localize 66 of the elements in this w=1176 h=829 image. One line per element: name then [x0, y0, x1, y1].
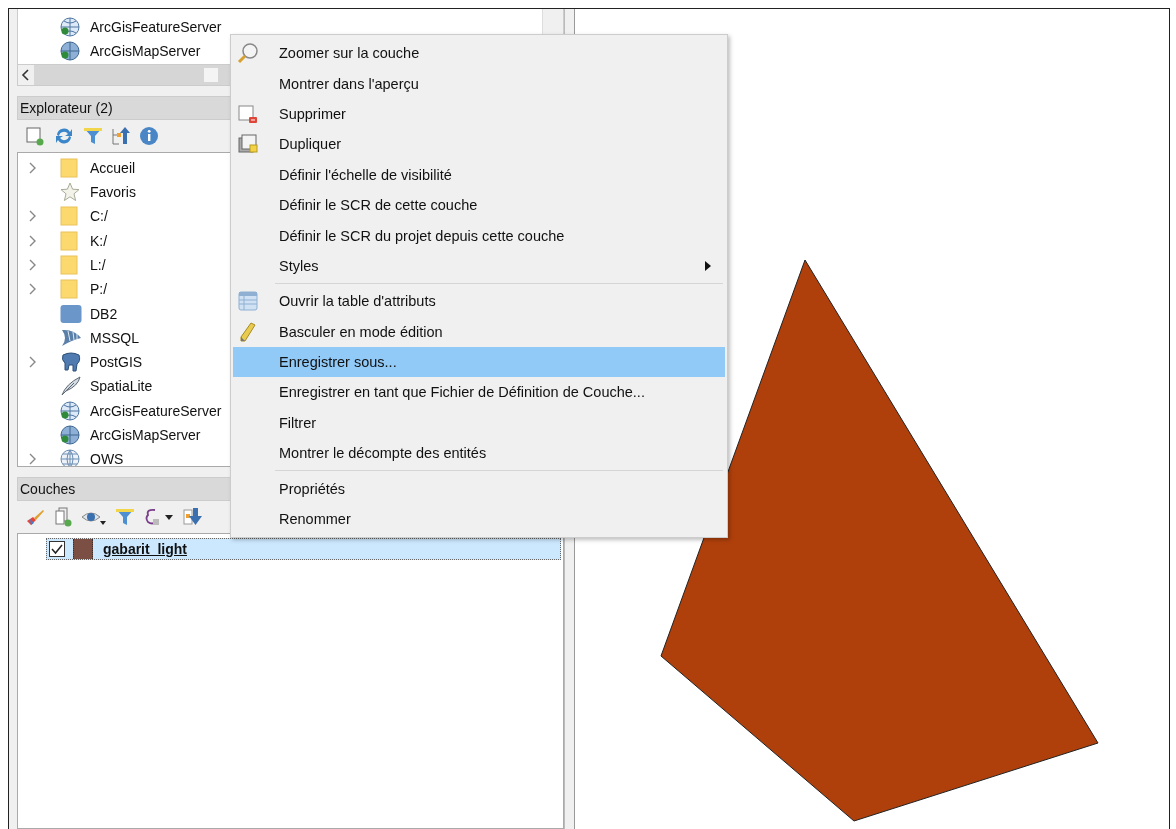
menu-item[interactable]: Styles — [233, 250, 725, 282]
tree-item[interactable]: K:/ — [90, 232, 108, 249]
menu-item[interactable]: Filtrer — [233, 407, 725, 439]
feather-icon — [60, 376, 82, 397]
add-layer-icon[interactable] — [25, 125, 45, 146]
menu-item[interactable]: Montrer dans l'aperçu — [233, 68, 725, 99]
layer-row[interactable]: gabarit_light — [46, 537, 561, 560]
filter-icon[interactable] — [115, 506, 135, 527]
menu-item[interactable]: Ouvrir la table d'attributs — [233, 286, 725, 317]
info-icon[interactable] — [139, 125, 159, 146]
tree-item[interactable]: C:/ — [90, 208, 108, 225]
chevron-right-icon[interactable] — [28, 258, 36, 271]
add-group-icon[interactable] — [53, 506, 73, 527]
tree-item[interactable]: P:/ — [90, 281, 108, 298]
collapse-tree-icon[interactable] — [111, 125, 131, 146]
tree-item[interactable]: DB2 — [90, 305, 118, 322]
filter-icon[interactable] — [83, 125, 103, 146]
elephant-icon — [60, 352, 82, 373]
menu-item[interactable]: Enregistrer sous... — [233, 346, 725, 378]
panel-title: Couches — [20, 480, 76, 497]
tree-item[interactable]: OWS — [90, 451, 124, 466]
menu-item[interactable]: Définir le SCR de cette couche — [233, 189, 725, 221]
tree-item[interactable]: Favoris — [90, 184, 136, 201]
menu-item[interactable]: Supprimer — [233, 98, 725, 130]
scrollbar-thumb[interactable] — [204, 67, 218, 82]
chevron-right-icon[interactable] — [28, 210, 36, 223]
globe-icon — [60, 425, 82, 445]
chevron-right-icon[interactable] — [28, 283, 36, 296]
globe-icon — [60, 41, 82, 62]
menu-item[interactable]: Montrer le décompte des entités — [233, 438, 725, 469]
menu-item[interactable]: Zoomer sur la couche — [233, 38, 725, 69]
globe-icon — [60, 17, 82, 38]
tree-item[interactable]: ArcGisMapServer — [90, 43, 201, 60]
menu-item[interactable]: Enregistrer en tant que Fichier de Définition de Couche... — [233, 377, 725, 408]
menu-item[interactable]: Définir le SCR du projet depuis cette couche — [233, 220, 725, 251]
tree-item[interactable]: Accueil — [90, 159, 136, 176]
menu-item[interactable]: Dupliquer — [233, 129, 725, 160]
chevron-right-icon[interactable] — [28, 234, 36, 247]
tree-item[interactable]: ArcGisMapServer — [90, 427, 201, 443]
table-icon — [237, 290, 261, 313]
magnifier-icon — [237, 42, 261, 65]
layer-name: gabarit_light — [103, 540, 187, 557]
tree-item[interactable]: SpatiaLite — [90, 378, 153, 395]
symbol-swatch-icon — [73, 538, 93, 559]
menu-item[interactable]: Basculer en mode édition — [233, 316, 725, 347]
tree-item[interactable]: MSSQL — [90, 329, 139, 346]
checkbox[interactable] — [49, 540, 65, 557]
tree-item[interactable]: PostGIS — [90, 354, 143, 371]
sail-icon — [60, 327, 82, 348]
chevron-right-icon[interactable] — [28, 161, 36, 174]
panel-title: Explorateur (2) — [20, 99, 113, 116]
globe-icon — [60, 449, 82, 466]
tree-item[interactable]: ArcGisFeatureServer — [90, 19, 222, 36]
database-icon — [60, 303, 82, 324]
star-icon — [60, 182, 82, 203]
chevron-right-icon[interactable] — [28, 356, 36, 369]
menu-item[interactable]: Propriétés — [233, 473, 725, 504]
chevron-right-icon[interactable] — [28, 453, 36, 466]
expression-icon[interactable] — [143, 506, 175, 527]
move-down-icon[interactable] — [183, 506, 203, 527]
tree-item[interactable]: ArcGisFeatureServer — [90, 402, 222, 419]
menu-item[interactable]: Définir l'échelle de visibilité — [233, 159, 725, 190]
duplicate-layer-icon — [237, 133, 261, 156]
menu-item[interactable]: Renommer — [233, 503, 725, 535]
globe-icon — [60, 400, 82, 421]
tree-item[interactable]: L:/ — [90, 256, 106, 273]
